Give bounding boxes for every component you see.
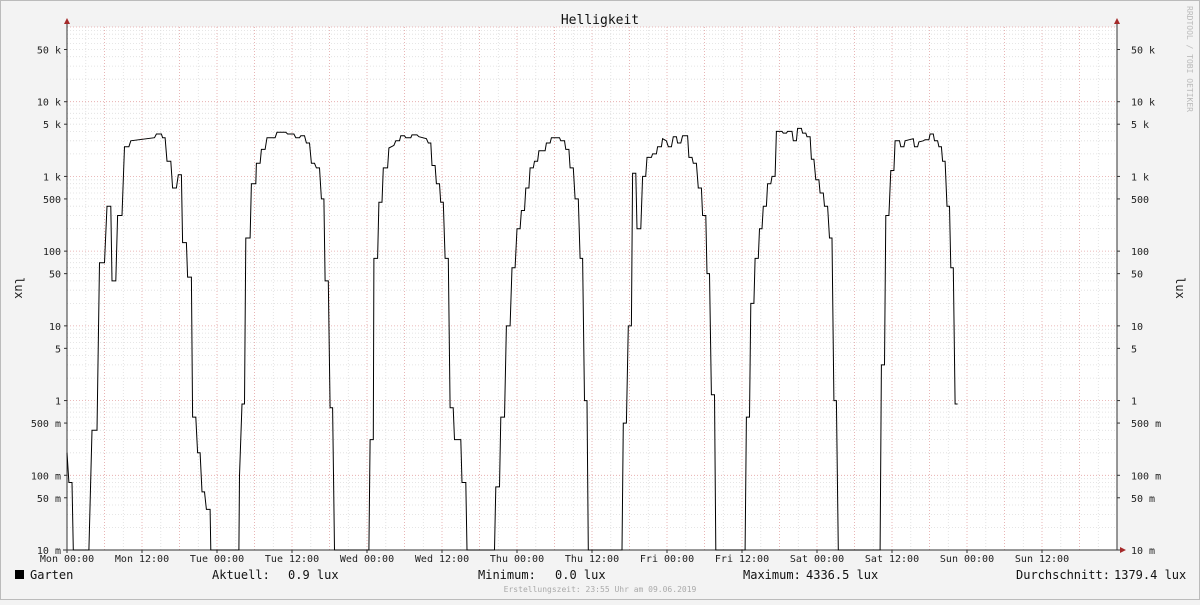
y-tick-label-left: 5 k: [43, 120, 61, 131]
x-tick-label: Sun 00:00: [940, 554, 994, 565]
legend-aktuell-value: 0.9 lux: [288, 568, 339, 582]
x-tick-label: Tue 00:00: [190, 554, 244, 565]
x-tick-label: Wed 12:00: [415, 554, 469, 565]
chart: Helligkeit RRDTOOL / TOBI OETIKER 50 k 50…: [0, 0, 1200, 600]
x-tick-label: Sat 12:00: [865, 554, 919, 565]
y-tick-label-right: 10 m: [1131, 546, 1155, 557]
y-tick-label-right: 100: [1131, 247, 1149, 258]
x-tick-label: Wed 00:00: [340, 554, 394, 565]
chart-title: Helligkeit: [561, 13, 639, 28]
y-tick-label-right: 5: [1131, 344, 1137, 355]
y-tick-label-left: 50: [49, 270, 61, 281]
legend-maximum-value: 4336.5 lux: [806, 568, 878, 582]
y-tick-label-right: 1 k: [1131, 172, 1149, 183]
y-tick-label-left: 50 m: [37, 494, 61, 505]
watermark: RRDTOOL / TOBI OETIKER: [1185, 6, 1194, 112]
y-tick-label-left: 10 k: [37, 98, 61, 109]
y-tick-label-left: 1 k: [43, 172, 61, 183]
y-tick-label-left: 500 m: [31, 419, 61, 430]
legend-minimum-label: Minimum:: [478, 568, 536, 582]
y-tick-label-right: 500 m: [1131, 419, 1161, 430]
legend-minimum-value: 0.0 lux: [555, 568, 606, 582]
x-tick-label: Sat 00:00: [790, 554, 844, 565]
plot-layer: 50 k 50 k 10 k 10 k 5 k 5 k 1 k 1 k 500 500 100 100…: [31, 18, 1161, 565]
y-tick-label-left: 100: [43, 247, 61, 258]
legend-aktuell-label: Aktuell:: [212, 568, 270, 582]
y-tick-label-left: 50 k: [37, 45, 61, 56]
y-tick-label-right: 100 m: [1131, 471, 1161, 482]
x-tick-label: Mon 00:00: [40, 554, 94, 565]
y-tick-label-right: 10: [1131, 322, 1143, 333]
y-tick-label-right: 500: [1131, 195, 1149, 206]
x-tick-label: Thu 00:00: [490, 554, 544, 565]
legend-series-label: Garten: [30, 568, 73, 582]
y-tick-label-right: 50: [1131, 270, 1143, 281]
y-tick-label-left: 5: [55, 344, 61, 355]
legend-durchschnitt-value: 1379.4 lux: [1114, 568, 1186, 582]
y-tick-label-left: 10: [49, 322, 61, 333]
x-tick-label: Fri 12:00: [715, 554, 769, 565]
y-tick-label-right: 5 k: [1131, 120, 1149, 131]
y-axis-label-right: lux: [1173, 277, 1187, 299]
chart-svg: Helligkeit RRDTOOL / TOBI OETIKER 50 k 50…: [0, 0, 1200, 600]
y-axis-label-left: lux: [12, 277, 26, 299]
y-tick-label-left: 500: [43, 195, 61, 206]
x-tick-label: Mon 12:00: [115, 554, 169, 565]
y-tick-label-right: 10 k: [1131, 98, 1155, 109]
y-tick-label-left: 1: [55, 397, 61, 408]
legend-maximum-label: Maximum:: [743, 568, 801, 582]
x-tick-label: Fri 00:00: [640, 554, 694, 565]
x-tick-label: Sun 12:00: [1015, 554, 1069, 565]
x-tick-label: Thu 12:00: [565, 554, 619, 565]
y-tick-label-left: 100 m: [31, 471, 61, 482]
legend-durchschnitt-label: Durchschnitt:: [1016, 568, 1110, 582]
footer-timestamp: Erstellungszeit: 23:55 Uhr am 09.06.2019: [504, 585, 697, 594]
y-tick-label-right: 50 k: [1131, 45, 1155, 56]
x-tick-label: Tue 12:00: [265, 554, 319, 565]
y-tick-label-right: 50 m: [1131, 494, 1155, 505]
legend-swatch: [15, 570, 24, 579]
y-tick-label-right: 1: [1131, 397, 1137, 408]
